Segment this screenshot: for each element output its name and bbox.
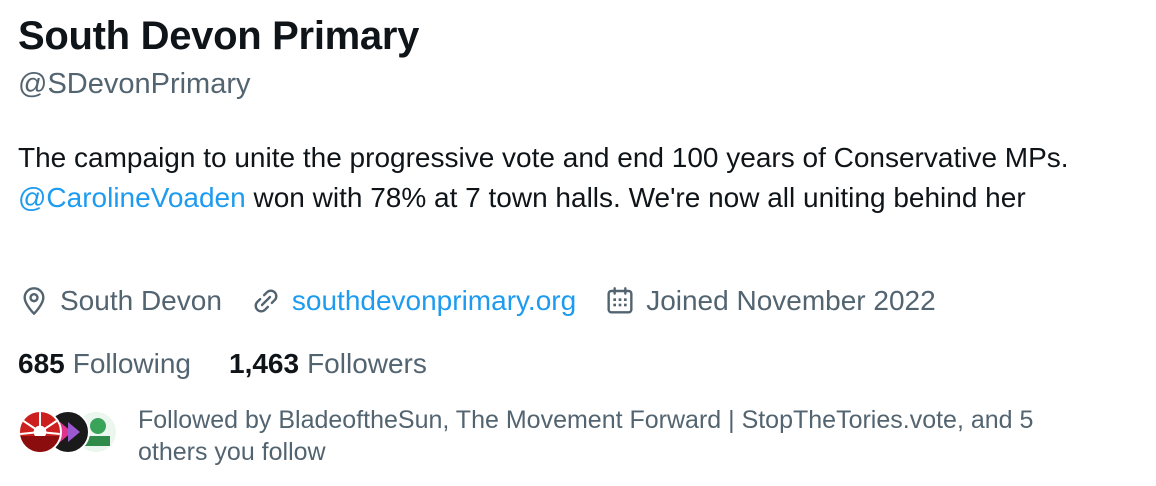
following-link[interactable]: 685 Following <box>18 348 191 380</box>
bio-mention-link[interactable]: @CarolineVoaden <box>18 182 246 213</box>
link-icon <box>254 289 278 313</box>
followed-by-row[interactable]: Followed by BladeoftheSun, The Movement … <box>18 404 1098 468</box>
joined-text: Joined November 2022 <box>646 285 936 316</box>
avatar-bladeofthesun <box>18 410 62 454</box>
profile-header: South Devon Primary @SDevonPrimary The c… <box>0 0 1156 486</box>
display-name: South Devon Primary <box>18 14 420 58</box>
followers-label: Followers <box>307 348 427 379</box>
followers-link[interactable]: 1,463 Followers <box>229 348 427 380</box>
bio-text-part1: The campaign to unite the progressive vo… <box>18 142 1069 173</box>
website-item: southdevonprimary.org <box>250 285 576 317</box>
followed-by-text: Followed by BladeoftheSun, The Movement … <box>138 406 1034 466</box>
joined-item: Joined November 2022 <box>604 285 936 317</box>
location-pin-icon <box>23 287 45 315</box>
following-count: 685 <box>18 348 65 379</box>
profile-meta: South Devon southdevonprimary.org Joined <box>18 281 964 321</box>
website-link[interactable]: southdevonprimary.org <box>292 285 576 317</box>
follow-stats: 685 Following 1,463 Followers <box>18 344 465 384</box>
follower-avatars <box>18 406 118 456</box>
bio-text-part2: won with 78% at 7 town halls. We're now … <box>245 182 1026 213</box>
following-label: Following <box>72 348 191 379</box>
followers-count: 1,463 <box>229 348 300 379</box>
profile-bio: The campaign to unite the progressive vo… <box>18 138 1143 218</box>
location-text: South Devon <box>60 285 222 316</box>
calendar-icon <box>607 287 633 314</box>
user-handle: @SDevonPrimary <box>18 68 251 100</box>
location-item: South Devon <box>18 285 222 317</box>
